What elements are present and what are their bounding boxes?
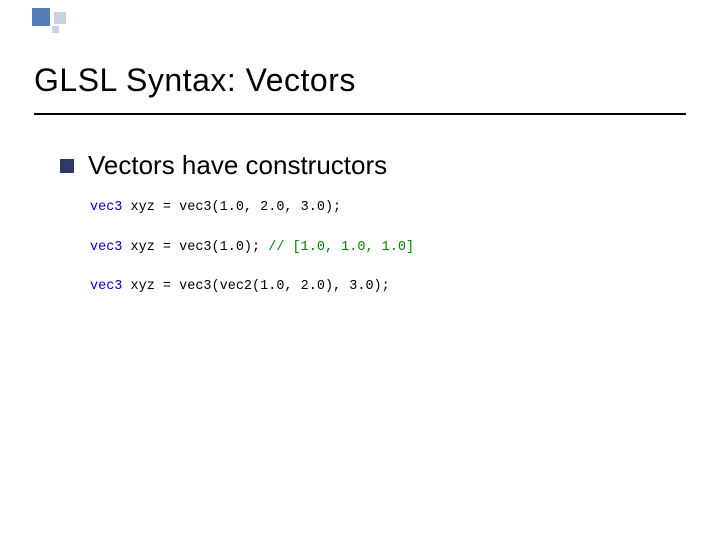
code-rest: xyz = vec3(vec2(1.0, 2.0), 3.0);: [122, 279, 389, 294]
slide-title: GLSL Syntax: Vectors: [34, 62, 686, 99]
deco-square-large: [32, 8, 50, 26]
bullet-item: Vectors have constructors: [60, 150, 680, 181]
code-keyword: vec3: [90, 240, 122, 255]
code-rest: xyz = vec3(1.0, 2.0, 3.0);: [122, 200, 341, 215]
corner-decoration: [32, 8, 76, 38]
square-bullet-icon: [60, 159, 74, 173]
title-underline: [34, 113, 686, 115]
code-line: vec3 xyz = vec3(1.0); // [1.0, 1.0, 1.0]: [90, 239, 680, 257]
code-keyword: vec3: [90, 200, 122, 215]
deco-square-small: [52, 26, 59, 33]
code-keyword: vec3: [90, 279, 122, 294]
bullet-text: Vectors have constructors: [88, 150, 387, 181]
code-rest: xyz = vec3(1.0);: [122, 240, 268, 255]
code-block: vec3 xyz = vec3(1.0, 2.0, 3.0); vec3 xyz…: [90, 199, 680, 296]
code-line: vec3 xyz = vec3(vec2(1.0, 2.0), 3.0);: [90, 278, 680, 296]
code-comment: // [1.0, 1.0, 1.0]: [268, 240, 414, 255]
deco-square-mid: [54, 12, 66, 24]
code-line: vec3 xyz = vec3(1.0, 2.0, 3.0);: [90, 199, 680, 217]
